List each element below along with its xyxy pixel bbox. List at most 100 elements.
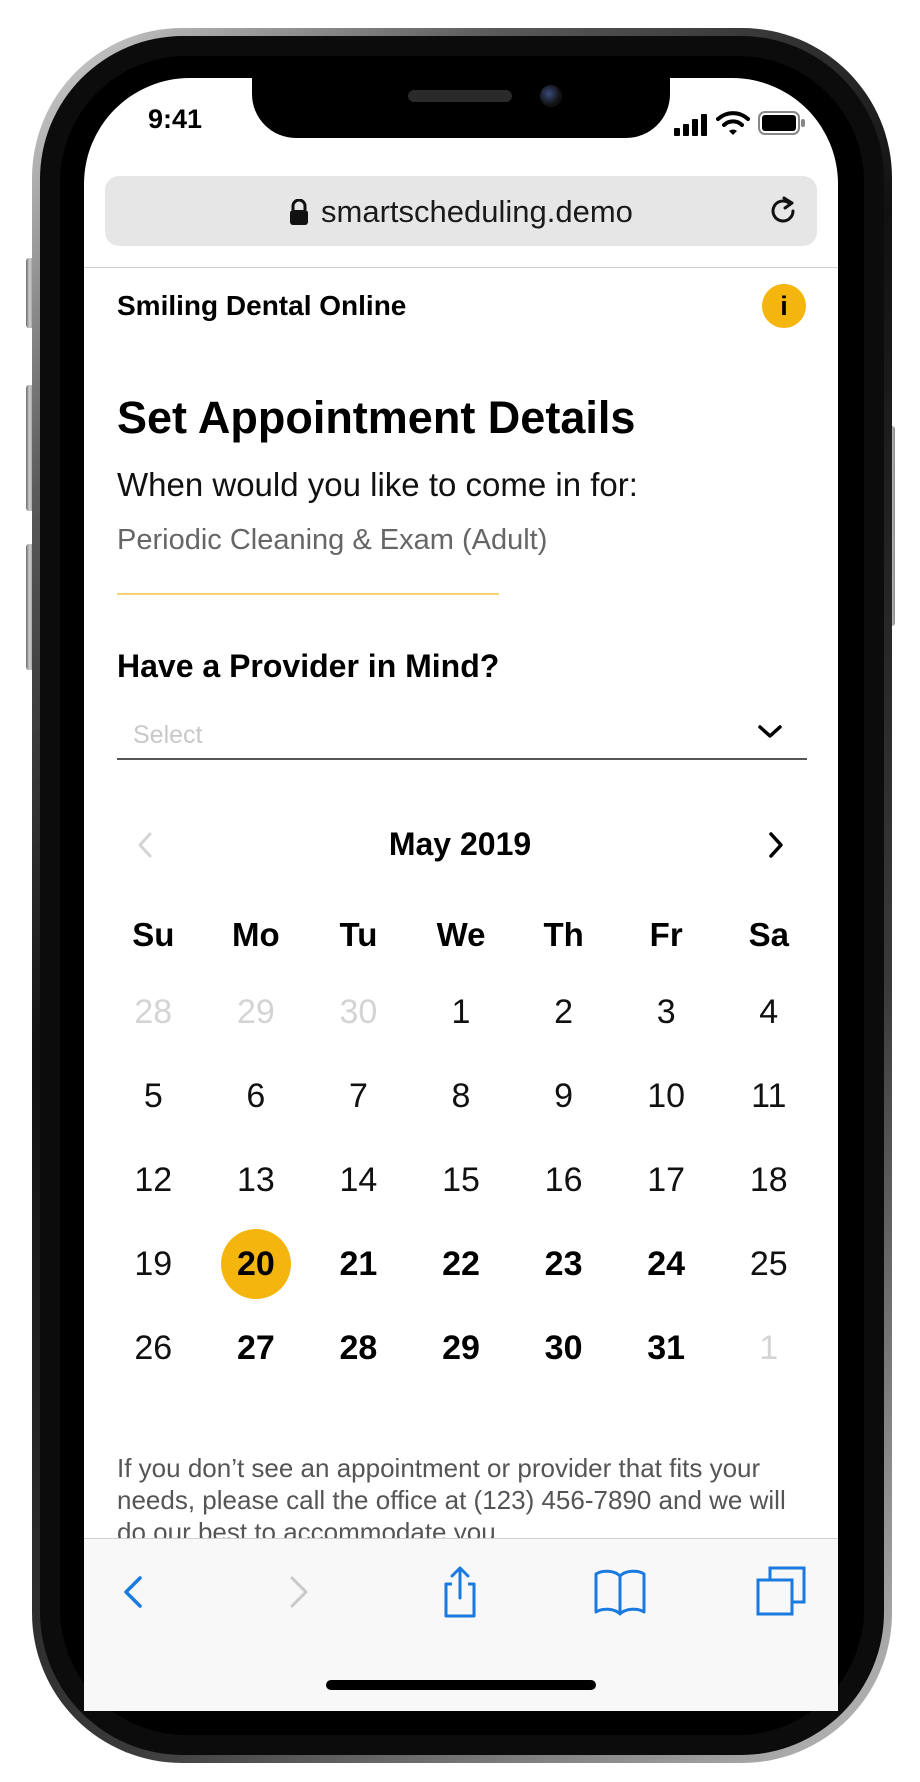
day-number: 15 bbox=[442, 1160, 480, 1199]
battery-icon bbox=[758, 111, 805, 135]
day-number: 1 bbox=[451, 992, 471, 1031]
share-icon[interactable] bbox=[430, 1562, 490, 1622]
calendar-day[interactable]: 22 bbox=[410, 1229, 513, 1299]
calendar-day-outside-month: 29 bbox=[205, 977, 308, 1047]
chevron-down-icon bbox=[758, 725, 782, 738]
day-number: 22 bbox=[442, 1244, 480, 1283]
weekday-label: Tu bbox=[339, 916, 378, 953]
help-note: If you don’t see an appointment or provi… bbox=[117, 1453, 786, 1547]
day-number: 7 bbox=[348, 1076, 368, 1115]
calendar-day[interactable]: 7 bbox=[307, 1061, 410, 1131]
calendar-day-outside-month: 30 bbox=[307, 977, 410, 1047]
calendar-day[interactable]: 13 bbox=[205, 1145, 308, 1215]
calendar-week-row: 19 20 21 22 23 24 25 bbox=[102, 1222, 820, 1306]
url-text: smartscheduling.demo bbox=[321, 194, 633, 229]
day-number: 19 bbox=[134, 1244, 173, 1283]
calendar-day[interactable]: 15 bbox=[410, 1145, 513, 1215]
day-number: 3 bbox=[656, 992, 676, 1031]
calendar-day[interactable]: 16 bbox=[512, 1145, 615, 1215]
day-number: 2 bbox=[554, 992, 574, 1031]
calendar-day[interactable]: 12 bbox=[102, 1145, 205, 1215]
bookmarks-icon[interactable] bbox=[590, 1562, 650, 1622]
day-number: 21 bbox=[339, 1244, 378, 1283]
calendar-day[interactable]: 10 bbox=[615, 1061, 718, 1131]
weekday-label: We bbox=[436, 916, 486, 953]
day-number: 20 bbox=[220, 1229, 291, 1299]
calendar-day[interactable]: 3 bbox=[615, 977, 718, 1047]
day-number: 28 bbox=[339, 1328, 378, 1367]
day-number: 1 bbox=[759, 1328, 779, 1367]
calendar-day[interactable]: 17 bbox=[615, 1145, 718, 1215]
divider bbox=[84, 267, 838, 268]
calendar-day[interactable]: 23 bbox=[512, 1229, 615, 1299]
calendar-day[interactable]: 4 bbox=[717, 977, 820, 1047]
calendar-day[interactable]: 14 bbox=[307, 1145, 410, 1215]
speaker bbox=[408, 90, 512, 102]
calendar-day[interactable]: 30 bbox=[512, 1313, 615, 1383]
page-title: Set Appointment Details bbox=[117, 392, 636, 443]
cellular-signal-icon bbox=[674, 114, 707, 136]
day-number: 14 bbox=[339, 1160, 378, 1199]
day-number: 13 bbox=[236, 1160, 275, 1199]
info-icon[interactable]: i bbox=[762, 284, 806, 328]
calendar-day[interactable]: 2 bbox=[512, 977, 615, 1047]
calendar-day[interactable]: 28 bbox=[307, 1313, 410, 1383]
calendar-weeks: 28 29 30 1 2 3 4 5 6 7 8 9 10 11 12 13 14 15 16 17 18 19 20 21 2… bbox=[102, 970, 820, 1390]
calendar-day[interactable]: 5 bbox=[102, 1061, 205, 1131]
chevron-right-icon[interactable] bbox=[766, 830, 786, 860]
day-number: 29 bbox=[442, 1328, 480, 1367]
forward-icon[interactable] bbox=[266, 1562, 326, 1622]
weekday-header-row: Su Mo Tu We Th Fr Sa bbox=[102, 900, 820, 970]
front-camera bbox=[540, 85, 562, 107]
day-number: 26 bbox=[134, 1328, 173, 1367]
calendar-day[interactable]: 27 bbox=[205, 1313, 308, 1383]
calendar-day[interactable]: 26 bbox=[102, 1313, 205, 1383]
provider-select-placeholder: Select bbox=[133, 721, 203, 749]
calendar-day[interactable]: 31 bbox=[615, 1313, 718, 1383]
weekday-label: Th bbox=[543, 916, 584, 953]
day-number: 5 bbox=[143, 1076, 163, 1115]
notch bbox=[252, 78, 670, 138]
weekday-label: Sa bbox=[748, 916, 789, 953]
calendar-day[interactable]: 29 bbox=[410, 1313, 513, 1383]
day-number: 29 bbox=[236, 992, 275, 1031]
day-number: 27 bbox=[236, 1328, 275, 1367]
calendar-day-outside-month: 1 bbox=[717, 1313, 820, 1383]
chevron-left-icon[interactable] bbox=[135, 830, 155, 860]
calendar-day[interactable]: 11 bbox=[717, 1061, 820, 1131]
provider-select[interactable]: Select bbox=[117, 705, 807, 760]
calendar-day[interactable]: 1 bbox=[410, 977, 513, 1047]
url-display[interactable]: smartscheduling.demo bbox=[105, 194, 817, 230]
calendar-day[interactable]: 8 bbox=[410, 1061, 513, 1131]
reload-icon[interactable] bbox=[767, 195, 799, 227]
day-number: 9 bbox=[554, 1076, 574, 1115]
weekday-label: Fr bbox=[649, 916, 683, 953]
accent-divider bbox=[117, 593, 499, 595]
calendar-day[interactable]: 25 bbox=[717, 1229, 820, 1299]
calendar-day-selected[interactable]: 20 bbox=[205, 1229, 308, 1299]
day-number: 28 bbox=[134, 992, 173, 1031]
day-number: 11 bbox=[751, 1076, 787, 1115]
day-number: 31 bbox=[647, 1328, 686, 1367]
calendar-day[interactable]: 24 bbox=[615, 1229, 718, 1299]
calendar-day[interactable]: 21 bbox=[307, 1229, 410, 1299]
calendar-day[interactable]: 9 bbox=[512, 1061, 615, 1131]
calendar-day[interactable]: 18 bbox=[717, 1145, 820, 1215]
tabs-icon[interactable] bbox=[752, 1562, 812, 1622]
address-bar[interactable]: smartscheduling.demo bbox=[105, 176, 817, 246]
calendar-day[interactable]: 19 bbox=[102, 1229, 205, 1299]
calendar-week-row: 26 27 28 29 30 31 1 bbox=[102, 1306, 820, 1390]
weekday-label: Su bbox=[132, 916, 175, 953]
home-indicator bbox=[326, 1680, 596, 1690]
day-number: 8 bbox=[451, 1076, 471, 1115]
weekday-label: Mo bbox=[232, 916, 280, 953]
calendar-grid: Su Mo Tu We Th Fr Sa 28 29 30 1 2 3 4 5 6 7 8 9 10 11… bbox=[102, 900, 820, 1390]
day-number: 23 bbox=[544, 1244, 583, 1283]
calendar-day[interactable]: 6 bbox=[205, 1061, 308, 1131]
day-number: 18 bbox=[749, 1160, 788, 1199]
calendar-week-row: 12 13 14 15 16 17 18 bbox=[102, 1138, 820, 1222]
day-number: 6 bbox=[246, 1076, 266, 1115]
back-icon[interactable] bbox=[106, 1562, 166, 1622]
selected-service: Periodic Cleaning & Exam (Adult) bbox=[117, 524, 548, 556]
status-time: 9:41 bbox=[148, 104, 203, 134]
